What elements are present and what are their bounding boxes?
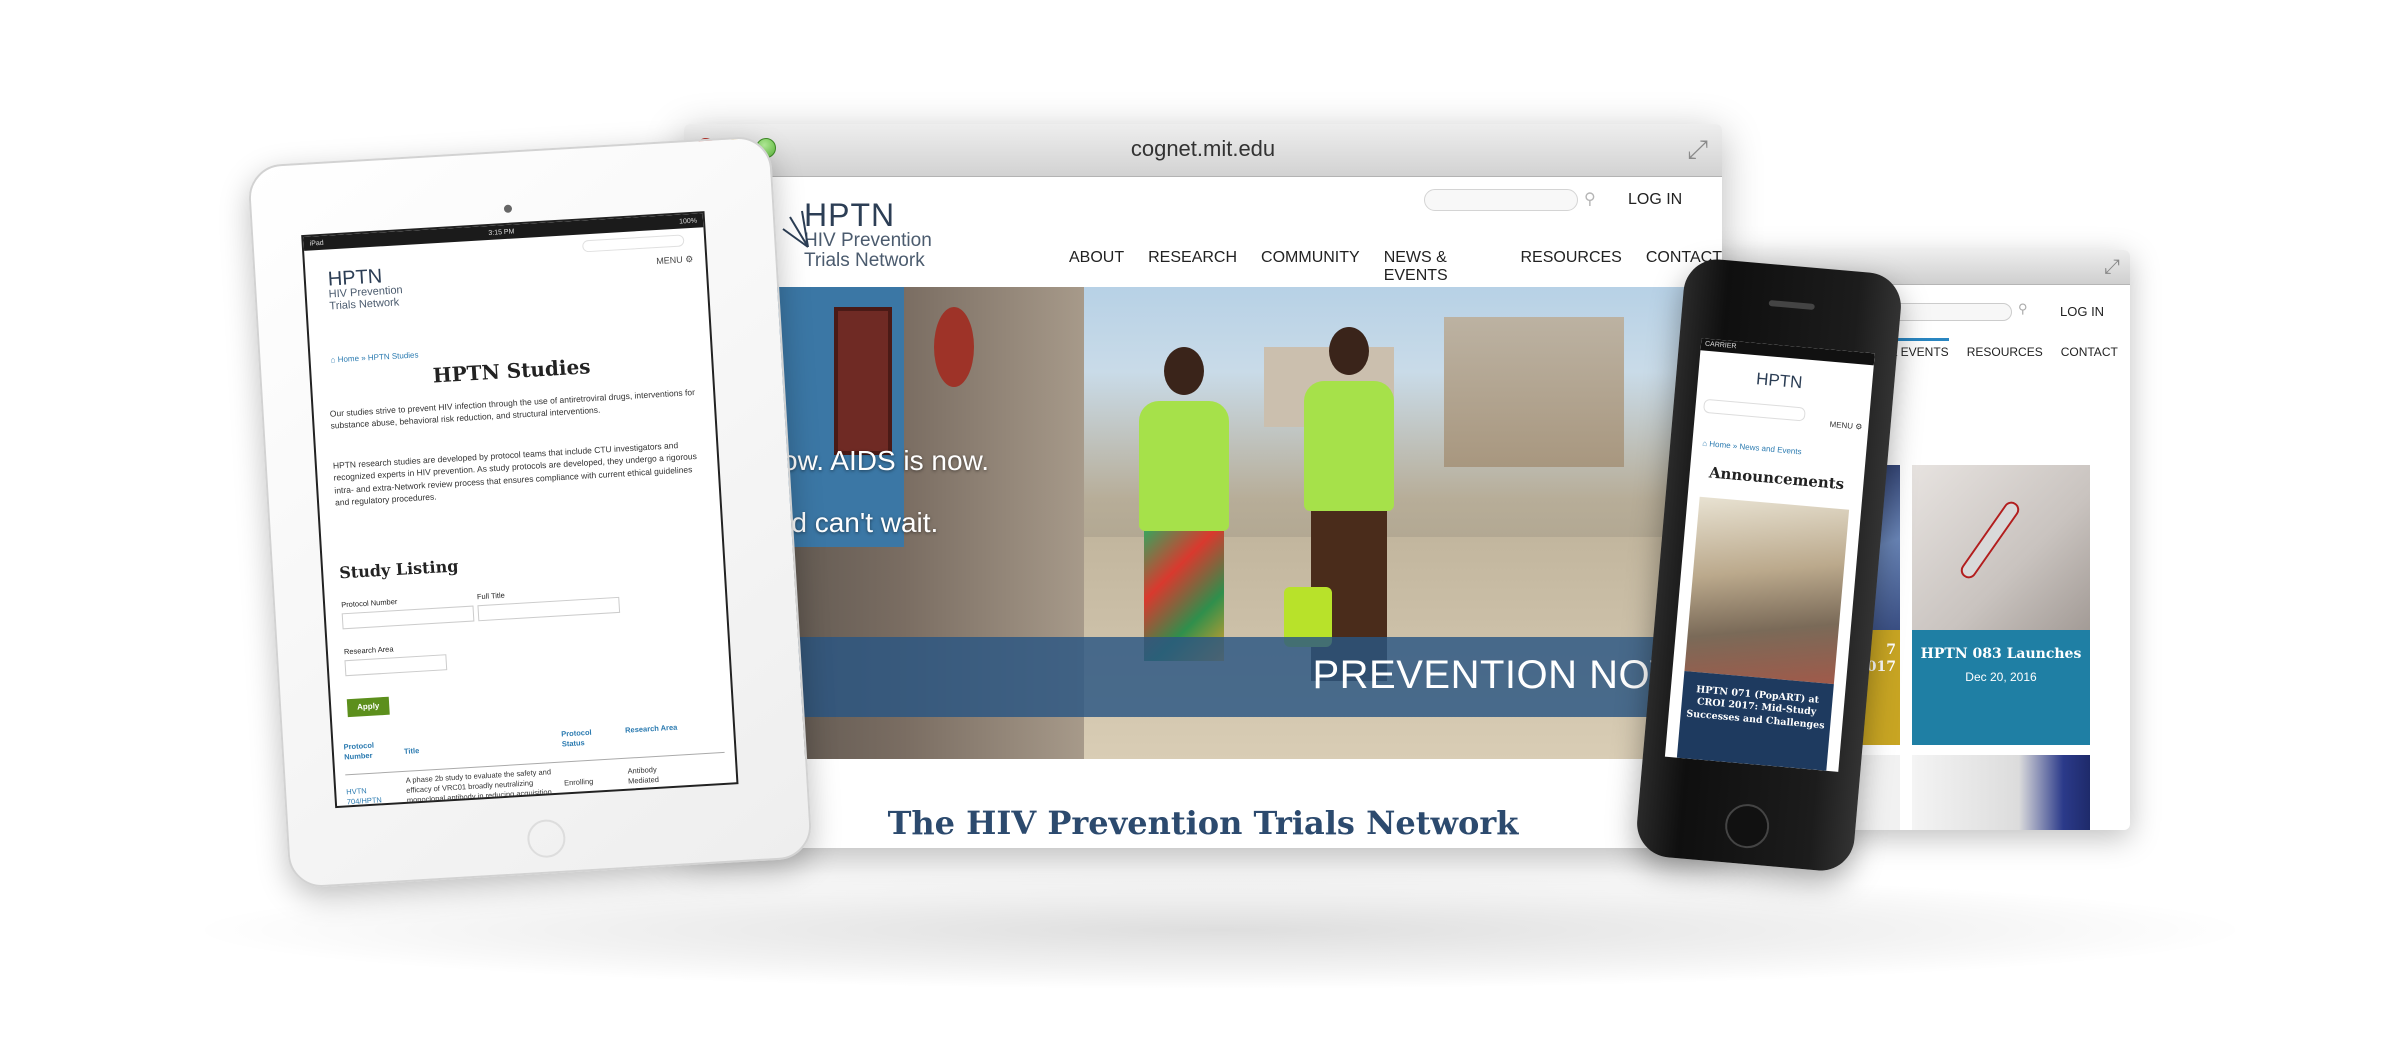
- news-tile-title: HPTN 083 Launches: [1920, 646, 2082, 662]
- tablet-screen: iPad 3:15 PM 100% HPTN HIV Prevention Tr…: [301, 211, 739, 809]
- hero-wall-circle: [934, 307, 974, 387]
- column-header[interactable]: Protocol Status: [561, 727, 602, 749]
- status-battery: 100%: [678, 217, 698, 226]
- column-header[interactable]: Title: [404, 746, 420, 757]
- breadcrumb[interactable]: ⌂ Home » HPTN Studies: [330, 350, 418, 364]
- phone-screen: CARRIER HPTN MENU ⚙ ⌂ Home » News and Ev…: [1664, 338, 1875, 772]
- research-area-label: Research Area: [343, 644, 394, 657]
- site-logo[interactable]: HPTN: [1755, 369, 1803, 393]
- hero-band: PREVENTION NOW!: [684, 637, 1722, 717]
- logo-line1: HIV Prevention: [804, 230, 932, 251]
- tablet-device: iPad 3:15 PM 100% HPTN HIV Prevention Tr…: [246, 135, 814, 889]
- section-title: Study Listing: [338, 556, 459, 583]
- news-tile-image: [1912, 465, 2090, 630]
- fullscreen-icon[interactable]: ⤢: [1687, 134, 1708, 166]
- login-link[interactable]: LOG IN: [2060, 304, 2104, 319]
- nav-resources[interactable]: RESOURCES: [1521, 249, 1622, 285]
- nav-resources[interactable]: RESOURCES: [1967, 345, 2043, 359]
- hero-banner: HIV is now. AIDS is now. The world can't…: [684, 287, 1722, 759]
- logo-line2: Trials Network: [329, 295, 400, 313]
- phone-home-button[interactable]: [1723, 802, 1771, 850]
- search-input[interactable]: [581, 234, 685, 253]
- page-heading: The HIV Prevention Trials Network: [887, 804, 1519, 842]
- nav-news-events[interactable]: NEWS & EVENTS: [1384, 249, 1497, 285]
- browser-url: cognet.mit.edu: [1130, 136, 1276, 161]
- apply-button[interactable]: Apply: [346, 696, 390, 718]
- news-tile-lower[interactable]: [1912, 755, 2090, 830]
- column-header[interactable]: Protocol Number: [343, 740, 384, 762]
- scene-shadow: [180, 870, 2260, 990]
- research-area-select[interactable]: [344, 654, 448, 677]
- logo-rays-icon: [782, 210, 809, 248]
- main-nav: ABOUT RESEARCH COMMUNITY NEWS & EVENTS R…: [1069, 249, 1722, 285]
- site-logo[interactable]: HPTN HIV Prevention Trials Network: [782, 197, 932, 271]
- column-header[interactable]: Research Area: [625, 723, 678, 736]
- logo-acronym: HPTN: [804, 197, 896, 233]
- search-icon[interactable]: ⚲: [1584, 189, 1596, 209]
- row-status: Enrolling: [563, 776, 594, 788]
- intro-paragraph: Our studies strive to prevent HIV infect…: [329, 387, 696, 431]
- phone-status-bar: CARRIER: [1700, 338, 1875, 366]
- menu-button[interactable]: MENU ⚙: [656, 254, 694, 267]
- nav-community[interactable]: COMMUNITY: [1261, 249, 1360, 285]
- full-title-input[interactable]: [477, 596, 621, 622]
- hero-door: [834, 307, 892, 455]
- tablet-home-button[interactable]: [526, 818, 567, 859]
- browser-titlebar: cognet.mit.edu ⤢: [684, 124, 1722, 177]
- page-title: Announcements: [1708, 463, 1845, 494]
- news-tile-hptn083[interactable]: HPTN 083 Launches Dec 20, 2016: [1912, 465, 2090, 745]
- search-input[interactable]: [1424, 189, 1578, 211]
- row-title: A phase 2b study to evaluate the safety …: [405, 767, 553, 806]
- tablet-camera: [503, 204, 513, 214]
- nav-research[interactable]: RESEARCH: [1148, 249, 1237, 285]
- search-input[interactable]: [1890, 303, 2012, 321]
- row-area: Antibody Mediated: [627, 764, 660, 786]
- full-title-label: Full Title: [476, 590, 506, 602]
- search-input[interactable]: [1703, 398, 1806, 422]
- news-tile-date: Dec 20, 2016: [1965, 670, 2037, 684]
- announcement-image[interactable]: [1684, 496, 1850, 685]
- fullscreen-icon[interactable]: ⤢: [2104, 256, 2120, 279]
- announcement-card-title[interactable]: HPTN 071 (PopART) at CROI 2017: Mid-Stud…: [1676, 671, 1834, 771]
- status-time: 3:15 PM: [488, 227, 515, 237]
- main-browser-window: cognet.mit.edu ⤢ HPTN HIV Prevention Tri…: [684, 124, 1722, 848]
- logo-line2: Trials Network: [804, 249, 925, 271]
- status-device: iPad: [309, 239, 324, 248]
- nav-about[interactable]: ABOUT: [1069, 249, 1124, 285]
- nav-contact[interactable]: CONTACT: [2061, 345, 2118, 359]
- site-header: HPTN HIV Prevention Trials Network ⚲ LOG…: [684, 177, 1722, 287]
- site-logo[interactable]: HPTN HIV Prevention Trials Network: [327, 265, 403, 312]
- protocol-number-input[interactable]: [341, 605, 475, 630]
- protocol-link[interactable]: HVTN 704/HPTN 085: [346, 785, 394, 808]
- hero-shack: [1444, 317, 1624, 467]
- phone-speaker: [1768, 300, 1815, 310]
- protocol-number-label: Protocol Number: [340, 597, 398, 610]
- menu-button[interactable]: MENU ⚙: [1829, 420, 1863, 432]
- intro-paragraph: HPTN research studies are developed by p…: [332, 440, 698, 508]
- hero-banner-text: PREVENTION NOW!: [1312, 653, 1700, 697]
- search-icon[interactable]: ⚲: [2018, 301, 2028, 317]
- login-link[interactable]: LOG IN: [1628, 191, 1682, 209]
- breadcrumb[interactable]: ⌂ Home » News and Events: [1702, 439, 1802, 457]
